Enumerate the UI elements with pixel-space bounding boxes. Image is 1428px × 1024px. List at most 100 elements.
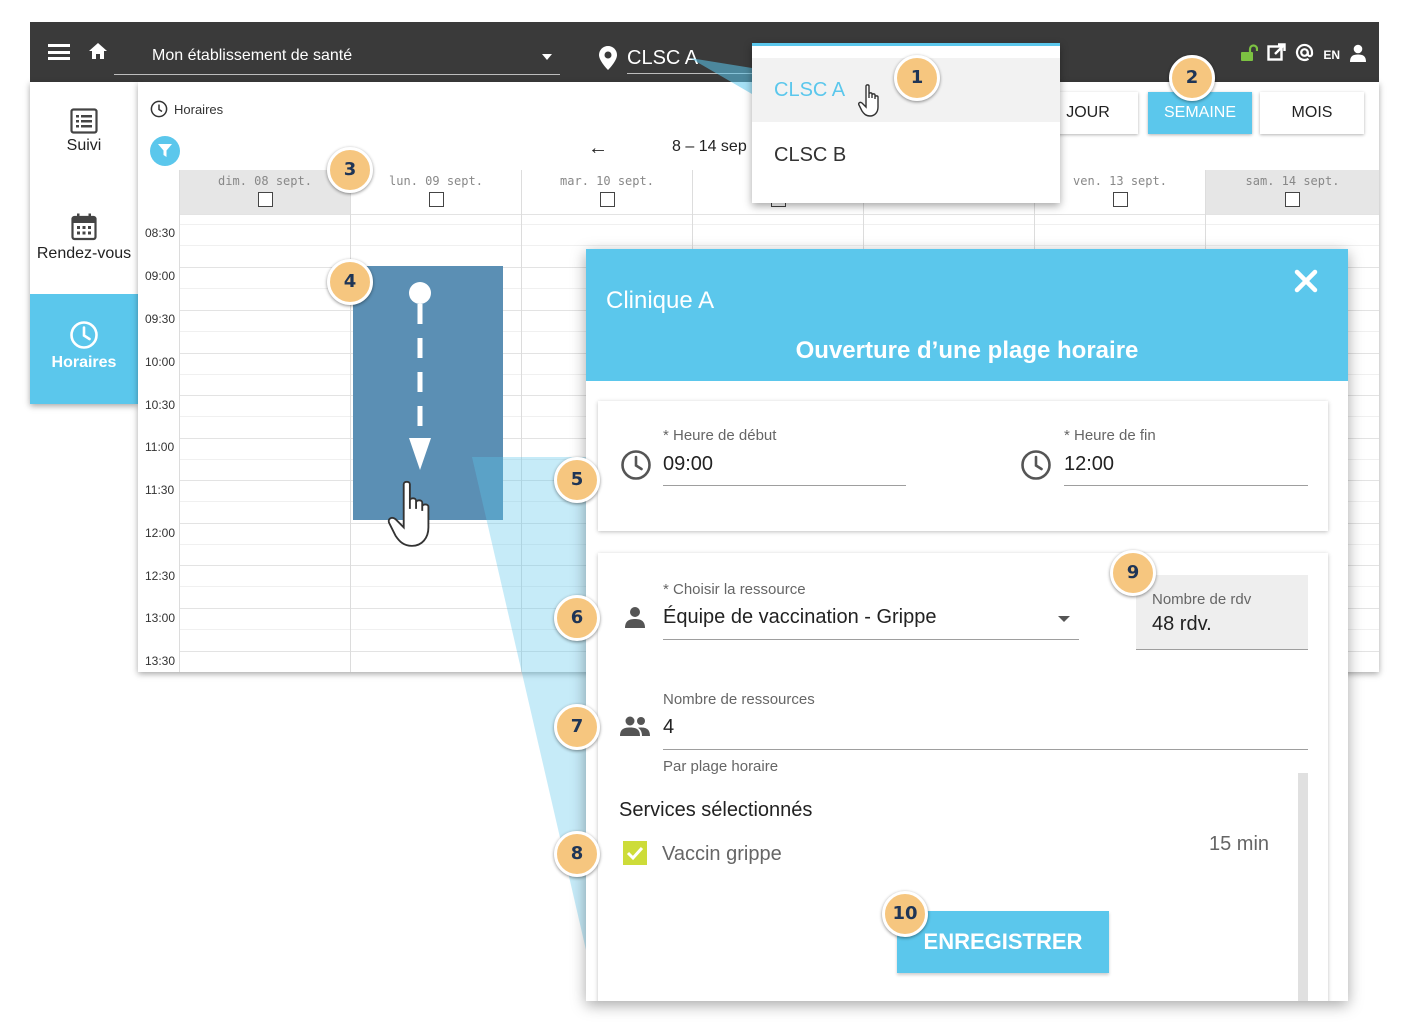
nav-label-horaires: Horaires <box>51 354 117 371</box>
location-label: CLSC A <box>627 47 699 69</box>
end-time-label: * Heure de fin <box>1064 427 1156 444</box>
appointment-count-value: 48 rdv. <box>1152 613 1212 635</box>
step-badge: 2 <box>1169 55 1215 101</box>
step-badge: 6 <box>554 595 600 641</box>
person-icon <box>625 607 645 628</box>
schedule-slot-dialog: Clinique A Ouverture d’une plage horaire… <box>586 249 1348 1001</box>
day-header-tuesday: mar. 10 sept. <box>521 170 692 214</box>
callout-connector <box>690 58 752 94</box>
time-label: 10:30 <box>145 398 176 412</box>
step-badge: 5 <box>554 457 600 503</box>
external-link-icon[interactable] <box>1267 43 1287 67</box>
email-at-icon[interactable] <box>1295 43 1314 67</box>
day-checkbox[interactable] <box>1285 192 1300 207</box>
calendar-icon <box>71 213 97 241</box>
day-checkbox[interactable] <box>428 192 444 207</box>
clock-icon <box>70 321 98 349</box>
clock-icon <box>621 450 651 480</box>
resource-card: * Choisir la ressource Équipe de vaccina… <box>598 553 1328 1001</box>
time-label: 09:30 <box>145 312 176 326</box>
resource-label: * Choisir la ressource <box>663 581 806 598</box>
view-mois-button[interactable]: MOIS <box>1260 92 1364 134</box>
day-checkbox[interactable] <box>1112 192 1128 207</box>
step-badge: 10 <box>882 891 928 937</box>
time-label: 10:00 <box>145 355 176 369</box>
save-button[interactable]: ENREGISTRER <box>897 911 1109 973</box>
service-duration: 15 min <box>1209 833 1270 855</box>
day-checkbox[interactable] <box>257 192 273 207</box>
input-underline <box>663 485 906 486</box>
time-label: 11:00 <box>145 440 175 454</box>
time-label: 12:00 <box>145 526 176 540</box>
nav-item-suivi[interactable]: Suivi <box>30 82 138 188</box>
day-header-label: dim. 08 sept. <box>218 174 312 188</box>
drag-down-arrow-icon <box>409 282 431 470</box>
nav-label-suivi: Suivi <box>66 137 102 154</box>
menu-icon[interactable] <box>48 44 70 60</box>
day-header-label: sam. 14 sept. <box>1245 174 1340 188</box>
time-label: 12:30 <box>145 569 176 583</box>
time-range-card: * Heure de début 09:00 * Heure de fin 12… <box>598 401 1328 531</box>
time-label: 11:30 <box>145 483 175 497</box>
grid-column-line <box>179 214 180 672</box>
drag-selection-block[interactable] <box>353 266 503 520</box>
location-pin-icon <box>599 46 617 75</box>
chevron-down-icon <box>542 54 552 60</box>
day-header-label: lun. 09 sept. <box>389 174 483 188</box>
list-icon <box>70 108 98 134</box>
service-name: Vaccin grippe <box>662 843 782 865</box>
input-underline <box>1064 485 1308 486</box>
start-time-input[interactable]: 09:00 <box>663 453 713 476</box>
dropdown-item-clsc-b[interactable]: CLSC B <box>752 123 1060 187</box>
grid-line <box>179 224 1379 225</box>
step-badge: 4 <box>327 259 373 305</box>
time-label: 08:30 <box>145 226 176 240</box>
end-time-input[interactable]: 12:00 <box>1064 453 1114 476</box>
topbar-actions: EN <box>1240 43 1367 67</box>
time-label: 09:00 <box>145 269 176 283</box>
step-badge: 1 <box>894 55 940 101</box>
previous-week-button[interactable]: ← <box>588 137 608 160</box>
clinic-name: Clinique A <box>606 287 715 314</box>
grid-line <box>179 245 1379 246</box>
time-label: 13:00 <box>145 611 176 625</box>
filter-button[interactable] <box>150 136 180 166</box>
appointment-count-label: Nombre de rdv <box>1152 591 1252 608</box>
chevron-down-icon[interactable] <box>1058 616 1070 622</box>
day-header-saturday: sam. 14 sept. <box>1205 170 1379 214</box>
step-badge: 8 <box>554 831 600 877</box>
nav-label-rendez-vous: Rendez-vous <box>36 245 132 262</box>
establishment-select[interactable]: Mon établissement de santé <box>114 42 560 75</box>
services-title: Services sélectionnés <box>619 799 813 821</box>
day-header-label: ven. 13 sept. <box>1073 174 1167 188</box>
language-toggle[interactable]: EN <box>1323 48 1340 62</box>
time-label: 13:30 <box>145 654 176 668</box>
step-badge: 7 <box>554 704 600 750</box>
filter-icon <box>158 144 172 157</box>
user-icon[interactable] <box>1349 44 1367 67</box>
nav-item-rendez-vous[interactable]: Rendez-vous <box>30 188 138 294</box>
grid-column-line <box>521 214 522 672</box>
resource-count-label: Nombre de ressources <box>663 691 815 708</box>
input-underline <box>663 749 1308 750</box>
close-icon[interactable] <box>1294 269 1318 298</box>
scrollbar[interactable] <box>1298 773 1308 1001</box>
day-checkbox[interactable] <box>599 192 615 207</box>
day-header-sunday: dim. 08 sept. <box>179 170 350 214</box>
left-nav: Suivi Rendez-vous Horaires <box>30 82 138 404</box>
breadcrumb: Horaires <box>150 100 223 118</box>
checkmark-icon <box>626 846 644 861</box>
service-checkbox[interactable] <box>623 841 647 865</box>
nav-item-horaires[interactable]: Horaires <box>30 294 138 404</box>
resource-select[interactable]: Équipe de vaccination - Grippe <box>663 606 937 629</box>
step-badge: 9 <box>1110 550 1156 596</box>
resource-count-input[interactable]: 4 <box>663 716 674 739</box>
day-header-label: mar. 10 sept. <box>560 174 654 188</box>
group-icon <box>620 716 650 736</box>
resource-count-helper: Par plage horaire <box>663 758 779 775</box>
dialog-header: Clinique A Ouverture d’une plage horaire <box>586 249 1348 381</box>
home-icon[interactable] <box>88 42 108 65</box>
unlock-icon[interactable] <box>1240 43 1259 67</box>
appointment-count-field: Nombre de rdv 48 rdv. <box>1136 575 1308 650</box>
dialog-title: Ouverture d’une plage horaire <box>795 337 1139 364</box>
